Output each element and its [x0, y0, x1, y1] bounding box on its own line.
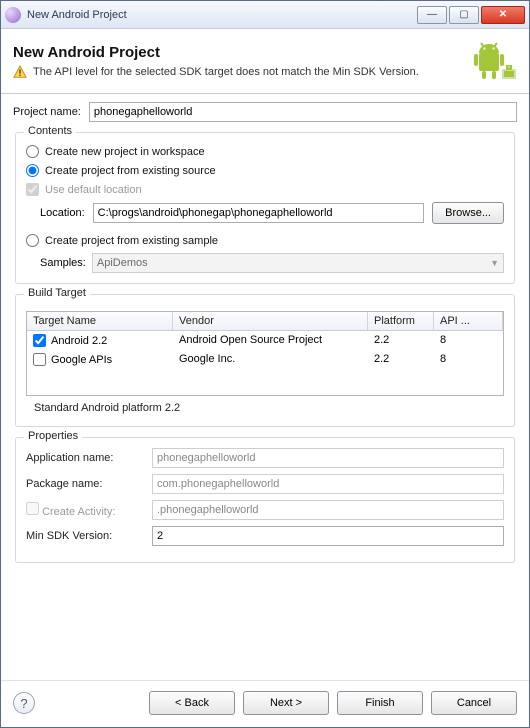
project-name-label: Project name: [13, 106, 81, 118]
build-target-description: Standard Android platform 2.2 [26, 396, 504, 416]
create-activity-input [152, 500, 504, 520]
table-row[interactable]: Google APIs Google Inc. 2.2 8 [27, 350, 503, 369]
samples-label: Samples: [40, 257, 86, 269]
cancel-button[interactable]: Cancel [431, 691, 517, 715]
appname-input [152, 448, 504, 468]
minsdk-label: Min SDK Version: [26, 530, 144, 542]
samples-value: ApiDemos [97, 257, 148, 269]
project-name-input[interactable] [89, 102, 517, 122]
check-use-default-input [26, 183, 39, 196]
location-label: Location: [40, 207, 85, 219]
page-title: New Android Project [13, 44, 469, 61]
help-button[interactable]: ? [13, 692, 35, 714]
radio-create-existing[interactable]: Create project from existing source [26, 164, 504, 177]
radio-create-workspace-input[interactable] [26, 145, 39, 158]
col-platform[interactable]: Platform [368, 312, 434, 331]
window-title: New Android Project [27, 9, 417, 21]
chevron-down-icon: ▼ [490, 258, 499, 268]
close-button[interactable]: ✕ [481, 6, 525, 24]
col-api[interactable]: API ... [434, 312, 503, 331]
dialog-window: New Android Project — ▢ ✕ New Android Pr… [0, 0, 530, 728]
finish-button[interactable]: Finish [337, 691, 423, 715]
location-input[interactable] [93, 203, 424, 223]
package-input [152, 474, 504, 494]
wizard-header: New Android Project The API level for th… [1, 29, 529, 94]
button-bar: ? < Back Next > Finish Cancel [1, 680, 529, 727]
build-target-group: Build Target Target Name Vendor Platform… [15, 294, 515, 427]
warning-text: The API level for the selected SDK targe… [33, 66, 419, 78]
back-button[interactable]: < Back [149, 691, 235, 715]
app-icon [5, 7, 21, 23]
minimize-button[interactable]: — [417, 6, 447, 24]
create-activity-label: Create Activity: [26, 502, 144, 518]
col-vendor[interactable]: Vendor [173, 312, 368, 331]
build-target-legend: Build Target [24, 287, 90, 299]
properties-legend: Properties [24, 430, 82, 442]
radio-create-workspace[interactable]: Create new project in workspace [26, 145, 504, 158]
check-use-default: Use default location [26, 183, 504, 196]
table-header-row: Target Name Vendor Platform API ... [27, 312, 503, 331]
target-check-1[interactable] [33, 353, 46, 366]
window-buttons: — ▢ ✕ [417, 6, 525, 24]
minsdk-input[interactable] [152, 526, 504, 546]
samples-select: ApiDemos ▼ [92, 253, 504, 273]
target-check-0[interactable] [33, 334, 46, 347]
android-icon [469, 37, 517, 85]
radio-create-existing-input[interactable] [26, 164, 39, 177]
titlebar[interactable]: New Android Project — ▢ ✕ [1, 1, 529, 29]
appname-label: Application name: [26, 452, 144, 464]
properties-group: Properties Application name: Package nam… [15, 437, 515, 563]
next-button[interactable]: Next > [243, 691, 329, 715]
browse-button[interactable]: Browse... [432, 202, 504, 224]
contents-legend: Contents [24, 125, 76, 137]
warning-icon [13, 65, 27, 79]
col-target-name[interactable]: Target Name [27, 312, 173, 331]
targets-table: Target Name Vendor Platform API ... Andr… [26, 311, 504, 396]
maximize-button[interactable]: ▢ [449, 6, 479, 24]
table-row[interactable]: Android 2.2 Android Open Source Project … [27, 331, 503, 350]
contents-group: Contents Create new project in workspace… [15, 132, 515, 284]
create-activity-check [26, 502, 39, 515]
radio-create-sample[interactable]: Create project from existing sample [26, 234, 504, 247]
radio-create-sample-input[interactable] [26, 234, 39, 247]
package-label: Package name: [26, 478, 144, 490]
